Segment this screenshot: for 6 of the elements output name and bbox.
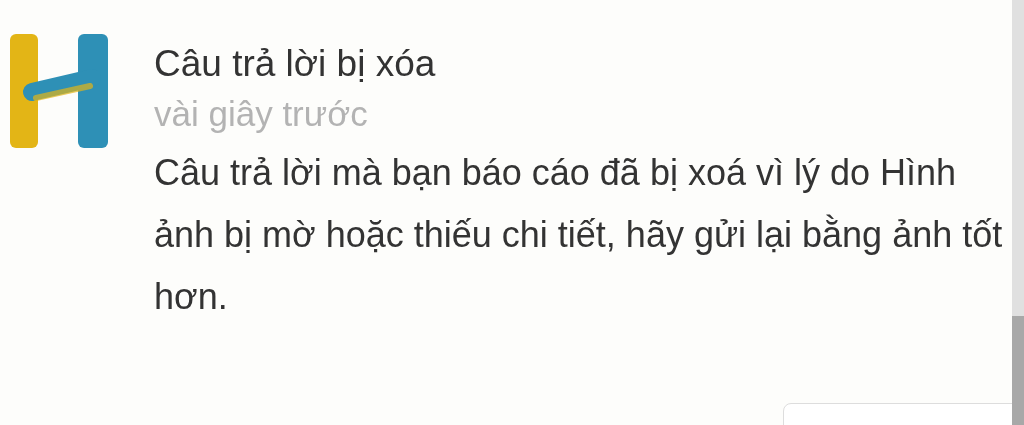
scrollbar[interactable]	[1012, 0, 1024, 425]
notification-title: Câu trả lời bị xóa	[154, 42, 437, 86]
scrollbar-thumb[interactable]	[1012, 316, 1024, 425]
logo-icon	[10, 34, 108, 148]
timestamp: vài giây trước	[154, 93, 369, 135]
notification-message: Câu trả lời mà bạn báo cáo đã bị xoá vì lý do Hình ảnh bị mờ hoặc thiếu chi tiết, hãy gửi lại bằng ảnh tốt hơn.	[154, 151, 1004, 319]
